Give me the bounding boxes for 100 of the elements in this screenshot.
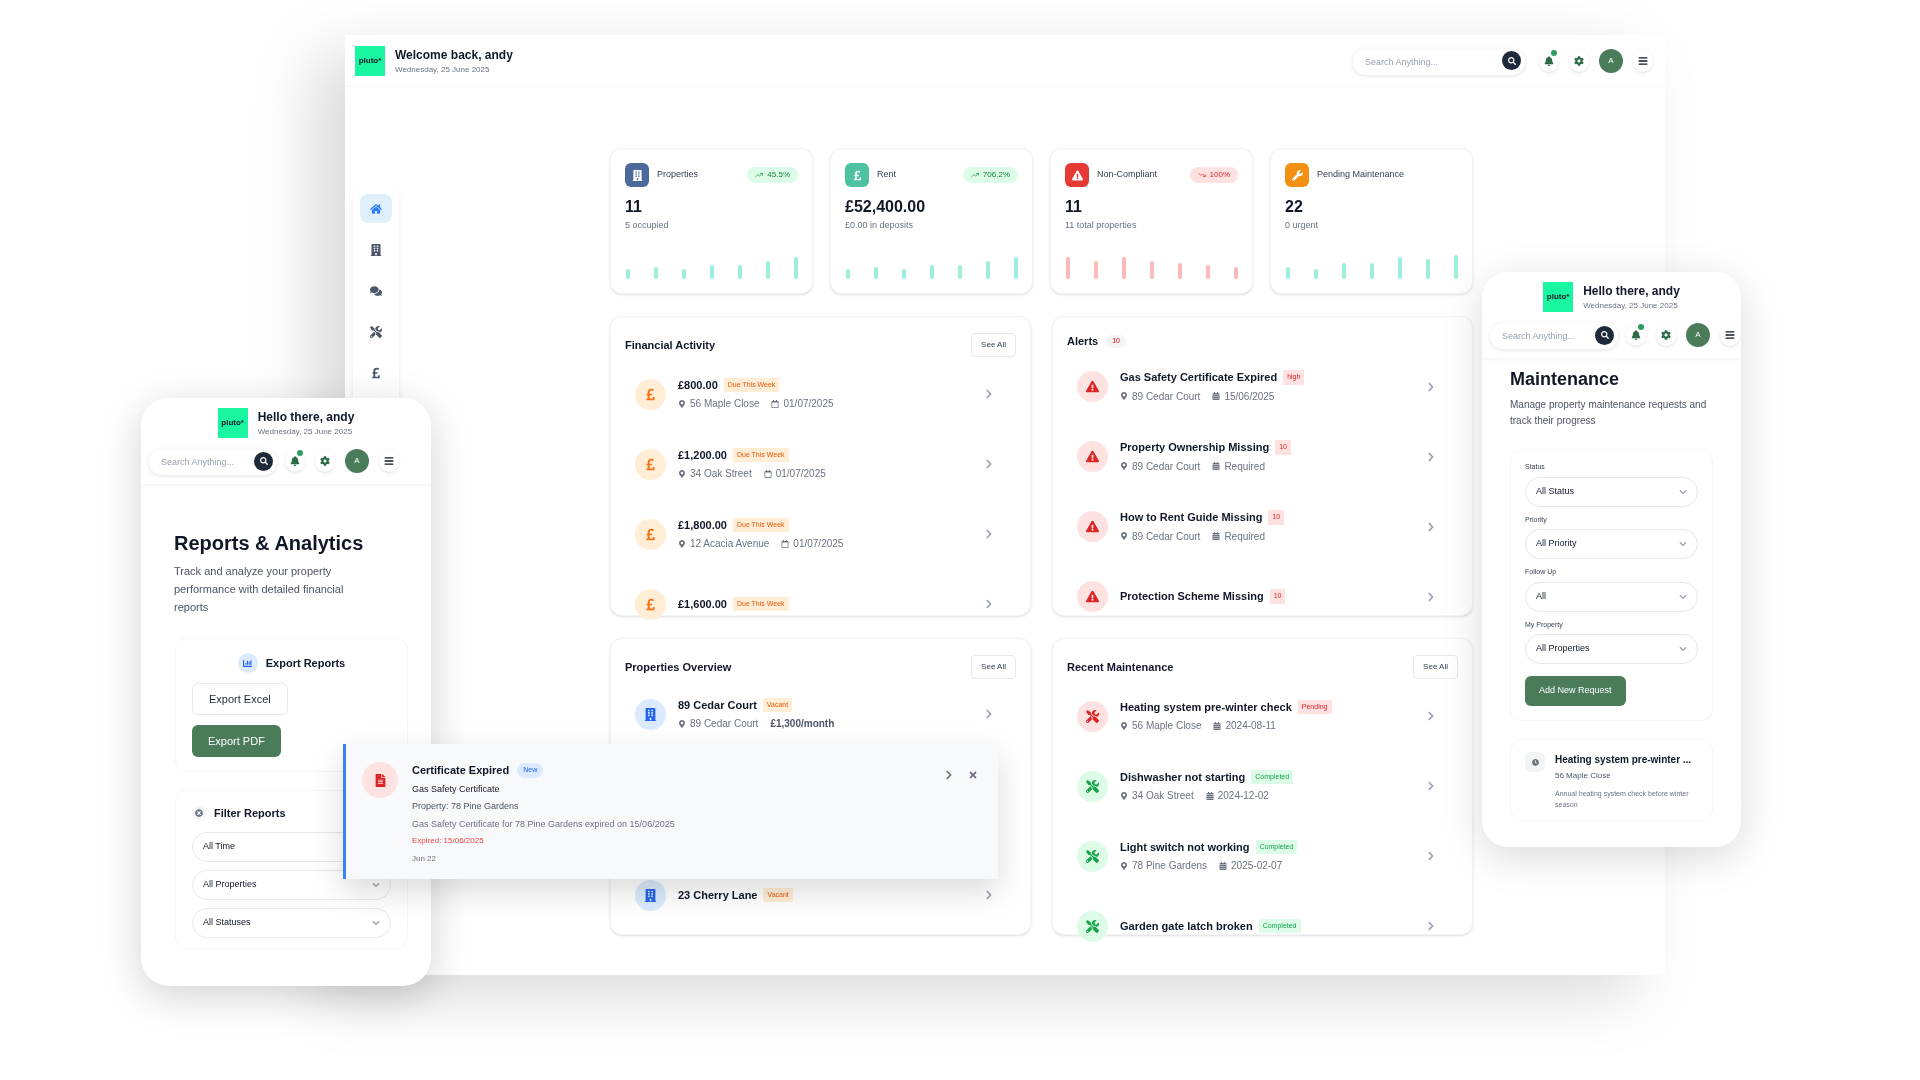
chevron-right-icon[interactable] — [1426, 921, 1436, 931]
chevron-right-icon[interactable] — [984, 389, 994, 399]
clock-icon — [1525, 752, 1545, 772]
stat-note: 5 occupied — [625, 219, 670, 232]
page-title: Maintenance — [1510, 368, 1621, 391]
chevron-right-icon[interactable] — [984, 529, 994, 539]
address-text: 89 Cedar Court — [1132, 529, 1201, 544]
chevron-right-icon[interactable] — [1426, 711, 1436, 721]
chevron-down-icon — [1679, 592, 1687, 601]
row-title: Heating system pre-winter check — [1120, 699, 1292, 715]
row-icon — [635, 448, 666, 480]
search-field[interactable]: Search Anything... — [149, 449, 277, 475]
select-field[interactable]: All Priority — [1525, 529, 1698, 559]
address-text: 56 Maple Close — [1132, 719, 1202, 734]
chevron-right-icon[interactable] — [984, 890, 994, 900]
chevron-right-icon[interactable] — [984, 459, 994, 469]
see-all-button[interactable]: See All — [1413, 655, 1458, 679]
card-title: Filter Reports — [214, 806, 286, 821]
menu-icon[interactable] — [1720, 324, 1740, 346]
card-title: Export Reports — [265, 655, 346, 671]
address-text: 78 Pine Gardens — [1132, 859, 1208, 874]
expired-text: Expired: 15/06/2025 — [412, 835, 485, 847]
stat-label: Rent — [877, 168, 896, 182]
row-icon — [1077, 441, 1108, 472]
toast-subtitle: Gas Safety Certificate — [412, 782, 501, 796]
date-text: Wednesday, 25 June 2025 — [1583, 300, 1679, 312]
location-pin-icon — [1120, 791, 1128, 800]
select-field[interactable]: All Properties — [1525, 634, 1698, 664]
address-text: 89 Cedar Court — [690, 717, 759, 732]
meta-text: Required — [1224, 459, 1265, 474]
menu-icon[interactable] — [379, 450, 399, 472]
request-address: 56 Maple Close — [1555, 770, 1612, 782]
date-text: Wednesday, 25 June 2025 — [257, 426, 354, 438]
page-description: Manage property maintenance requests and track their progress — [1510, 398, 1708, 428]
select-field[interactable]: All Properties — [192, 869, 391, 900]
meta-text: 15/06/2025 — [1224, 389, 1275, 404]
meta-text: 01/07/2025 — [775, 467, 826, 482]
row-icon — [635, 879, 666, 911]
chevron-right-icon[interactable] — [1426, 781, 1436, 791]
chevron-right-icon[interactable] — [984, 709, 994, 719]
toast-message: Gas Safety Certificate for 78 Pine Gardens expired on 15/06/2025 — [412, 817, 676, 831]
row-icon — [635, 698, 666, 730]
chevron-right-icon[interactable] — [1426, 851, 1436, 861]
select-field[interactable]: All Statuses — [192, 907, 391, 938]
settings-icon[interactable] — [1569, 49, 1589, 72]
change-badge: 706.2% — [962, 167, 1018, 183]
row-title: £1,800.00 — [678, 517, 727, 533]
chevron-right-icon[interactable] — [1426, 381, 1436, 392]
row-title: Property Ownership Missing — [1120, 440, 1270, 456]
add-request-button[interactable]: Add New Request — [1525, 676, 1626, 706]
export-button[interactable]: Export Excel — [192, 683, 288, 715]
row-title: £800.00 — [678, 377, 718, 393]
toast-property: Property: 78 Pine Gardens — [412, 800, 520, 813]
stat-value: 22 — [1285, 197, 1304, 217]
chevron-right-icon[interactable] — [944, 770, 954, 780]
chevron-down-icon — [1679, 645, 1687, 653]
search-field[interactable]: Search Anything... — [1490, 323, 1618, 349]
notification-bell-icon[interactable] — [1539, 49, 1559, 72]
see-all-button[interactable]: See All — [971, 655, 1016, 679]
user-avatar[interactable]: A — [1599, 48, 1623, 73]
address-text: 89 Cedar Court — [1132, 459, 1201, 474]
logo: pluto* — [217, 408, 248, 438]
notification-bell-icon[interactable] — [1626, 324, 1646, 346]
row-icon — [635, 518, 666, 550]
row-icon — [1077, 840, 1108, 872]
row-icon — [1077, 700, 1108, 732]
location-pin-icon — [678, 539, 686, 548]
search-field[interactable]: Search Anything... — [1353, 48, 1525, 75]
select-field[interactable]: All Status — [1525, 476, 1698, 507]
row-title: £1,600.00 — [678, 596, 727, 612]
close-icon[interactable] — [968, 770, 978, 780]
stat-note: 0 urgent — [1285, 219, 1320, 232]
row-title: Light switch not working — [1120, 839, 1250, 855]
row-title: Dishwasher not starting — [1120, 769, 1246, 785]
user-avatar[interactable]: A — [1686, 323, 1710, 347]
location-pin-icon — [1120, 721, 1128, 730]
chevron-right-icon[interactable] — [1426, 451, 1436, 462]
row-title: £1,200.00 — [678, 447, 727, 463]
settings-icon[interactable] — [315, 450, 335, 472]
meta-text: 01/07/2025 — [793, 537, 844, 552]
card-title: Recent Maintenance — [1067, 659, 1174, 675]
chevron-down-icon — [372, 880, 380, 889]
row-icon — [635, 378, 666, 410]
notification-bell-icon[interactable] — [285, 450, 305, 472]
chevron-right-icon[interactable] — [984, 599, 994, 609]
settings-icon[interactable] — [1656, 324, 1676, 346]
location-pin-icon — [1120, 392, 1128, 401]
sidebar-nav-icon[interactable] — [360, 194, 392, 223]
chart-icon — [237, 653, 258, 673]
see-all-button[interactable]: See All — [971, 333, 1016, 357]
chevron-right-icon[interactable] — [1426, 521, 1436, 532]
select-field[interactable]: All — [1525, 581, 1698, 612]
chevron-right-icon[interactable] — [1426, 591, 1436, 602]
address-text: 56 Maple Close — [690, 397, 760, 412]
user-avatar[interactable]: A — [345, 449, 369, 473]
meta-text: Required — [1224, 529, 1265, 544]
menu-icon[interactable] — [1633, 49, 1653, 72]
export-button[interactable]: Export PDF — [192, 725, 281, 757]
meta-text: 2025-02-07 — [1231, 859, 1283, 874]
clear-filter-icon[interactable] — [192, 806, 206, 821]
